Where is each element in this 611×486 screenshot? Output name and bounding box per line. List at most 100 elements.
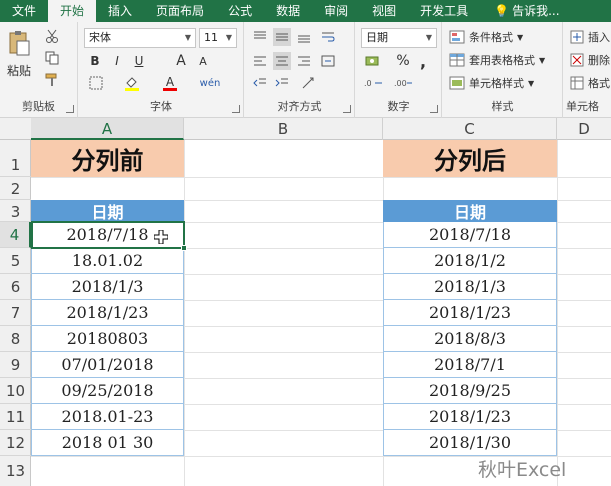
fill-handle[interactable] xyxy=(181,245,187,251)
cell-c5[interactable]: 2018/1/2 xyxy=(383,248,557,274)
tab-view[interactable]: 视图 xyxy=(360,0,408,22)
format-cells-label: 格式 xyxy=(588,77,610,90)
format-painter-icon[interactable] xyxy=(44,72,60,88)
row-header-12[interactable]: 12 xyxy=(0,430,31,456)
wrap-text-icon[interactable] xyxy=(319,28,337,46)
row-header-11[interactable]: 11 xyxy=(0,404,31,430)
row-header-3[interactable]: 3 xyxy=(0,200,31,222)
align-middle-icon[interactable] xyxy=(273,28,291,46)
cell-c10[interactable]: 2018/9/25 xyxy=(383,378,557,404)
cell-c11[interactable]: 2018/1/23 xyxy=(383,404,557,430)
cell-a6[interactable]: 2018/1/3 xyxy=(31,274,184,300)
delete-cells-button[interactable]: 删除 xyxy=(570,52,610,68)
phonetic-guide-button[interactable]: wén xyxy=(197,72,223,94)
percent-button[interactable]: % xyxy=(396,52,410,70)
decrease-indent-icon[interactable] xyxy=(251,74,269,92)
align-right-icon[interactable] xyxy=(295,52,313,70)
cell-c8[interactable]: 2018/8/3 xyxy=(383,326,557,352)
cell-c9[interactable]: 2018/7/1 xyxy=(383,352,557,378)
tell-me-label: 告诉我... xyxy=(512,4,560,18)
row-header-5[interactable]: 5 xyxy=(0,248,31,274)
font-color-icon[interactable]: A xyxy=(161,74,179,92)
align-center-icon[interactable] xyxy=(273,52,291,70)
tab-review[interactable]: 审阅 xyxy=(312,0,360,22)
font-size-select[interactable]: 11 ▼ xyxy=(199,28,237,48)
paste-icon[interactable] xyxy=(6,28,32,58)
cell-c4[interactable]: 2018/7/18 xyxy=(383,222,557,248)
row-header-9[interactable]: 9 xyxy=(0,352,31,378)
cell-styles-button[interactable]: 单元格样式 ▼ xyxy=(449,75,534,91)
currency-icon[interactable] xyxy=(362,52,384,70)
clipboard-launcher-icon[interactable] xyxy=(66,105,74,113)
cell-a9[interactable]: 07/01/2018 xyxy=(31,352,184,378)
chevron-down-icon: ▼ xyxy=(539,55,546,65)
paste-button-label[interactable]: 粘贴 xyxy=(4,62,34,78)
tab-page-layout[interactable]: 页面布局 xyxy=(144,0,216,22)
format-cells-button[interactable]: 格式 xyxy=(570,75,610,91)
cell-a3-date-header[interactable]: 日期 xyxy=(31,200,184,222)
row-headers: 1 2 3 4 5 6 7 8 9 10 11 12 13 xyxy=(0,140,31,486)
column-header-b[interactable]: B xyxy=(184,118,383,140)
chevron-down-icon: ▼ xyxy=(517,32,524,42)
worksheet-grid[interactable]: 分列前 分列后 日期 日期 2018/7/18 18.01.02 2018/1/… xyxy=(31,140,611,486)
cell-c12[interactable]: 2018/1/30 xyxy=(383,430,557,456)
tab-insert[interactable]: 插入 xyxy=(96,0,144,22)
fill-color-icon[interactable] xyxy=(123,74,141,92)
cell-a10[interactable]: 09/25/2018 xyxy=(31,378,184,404)
increase-decimal-icon[interactable]: .0 xyxy=(362,74,384,92)
column-header-d[interactable]: D xyxy=(557,118,611,140)
row-header-4[interactable]: 4 xyxy=(0,222,31,248)
column-header-a[interactable]: A xyxy=(31,118,184,140)
conditional-formatting-icon xyxy=(449,30,465,44)
format-as-table-button[interactable]: 套用表格格式 ▼ xyxy=(449,52,545,68)
tab-file[interactable]: 文件 xyxy=(0,0,48,22)
cell-a7[interactable]: 2018/1/23 xyxy=(31,300,184,326)
font-launcher-icon[interactable] xyxy=(232,105,240,113)
alignment-launcher-icon[interactable] xyxy=(343,105,351,113)
cell-a12[interactable]: 2018 01 30 xyxy=(31,430,184,456)
number-format-select[interactable]: 日期 ▼ xyxy=(361,28,437,48)
row-header-8[interactable]: 8 xyxy=(0,326,31,352)
cell-a8[interactable]: 20180803 xyxy=(31,326,184,352)
cell-c7[interactable]: 2018/1/23 xyxy=(383,300,557,326)
row-header-7[interactable]: 7 xyxy=(0,300,31,326)
underline-button[interactable]: U xyxy=(131,52,147,70)
merge-center-icon[interactable] xyxy=(319,52,337,70)
cut-icon[interactable] xyxy=(44,28,60,44)
bold-button[interactable]: B xyxy=(87,52,103,70)
tab-data[interactable]: 数据 xyxy=(264,0,312,22)
row-header-10[interactable]: 10 xyxy=(0,378,31,404)
tab-formulas[interactable]: 公式 xyxy=(216,0,264,22)
cell-c6[interactable]: 2018/1/3 xyxy=(383,274,557,300)
border-icon[interactable] xyxy=(87,74,105,92)
watermark: 秋叶Excel xyxy=(478,459,567,481)
cell-c1-after-title[interactable]: 分列后 xyxy=(383,140,557,177)
copy-icon[interactable] xyxy=(44,50,60,66)
cell-a1-before-title[interactable]: 分列前 xyxy=(31,140,184,177)
row-header-13[interactable]: 13 xyxy=(0,456,31,486)
font-name-select[interactable]: 宋体 ▼ xyxy=(84,28,196,48)
column-header-c[interactable]: C xyxy=(383,118,557,140)
orientation-icon[interactable] xyxy=(299,74,317,92)
row-header-1[interactable]: 1 xyxy=(0,140,31,177)
cell-a5[interactable]: 18.01.02 xyxy=(31,248,184,274)
align-left-icon[interactable] xyxy=(251,52,269,70)
conditional-formatting-button[interactable]: 条件格式 ▼ xyxy=(449,29,523,45)
tab-developer[interactable]: 开发工具 xyxy=(408,0,480,22)
insert-cells-button[interactable]: 插入 xyxy=(570,29,610,45)
cell-c3-date-header[interactable]: 日期 xyxy=(383,200,557,222)
grow-font-button[interactable]: A xyxy=(173,52,189,70)
row-header-2[interactable]: 2 xyxy=(0,177,31,200)
number-launcher-icon[interactable] xyxy=(430,105,438,113)
cell-a11[interactable]: 2018.01-23 xyxy=(31,404,184,430)
italic-button[interactable]: I xyxy=(109,52,125,70)
comma-button[interactable]: , xyxy=(416,52,430,71)
increase-indent-icon[interactable] xyxy=(273,74,291,92)
align-top-icon[interactable] xyxy=(251,28,269,46)
decrease-decimal-icon[interactable]: .00 xyxy=(392,74,414,92)
row-header-6[interactable]: 6 xyxy=(0,274,31,300)
shrink-font-button[interactable]: A xyxy=(195,52,211,70)
align-bottom-icon[interactable] xyxy=(295,28,313,46)
tell-me-box[interactable]: 💡 告诉我... xyxy=(480,0,571,22)
tab-home[interactable]: 开始 xyxy=(48,0,97,22)
